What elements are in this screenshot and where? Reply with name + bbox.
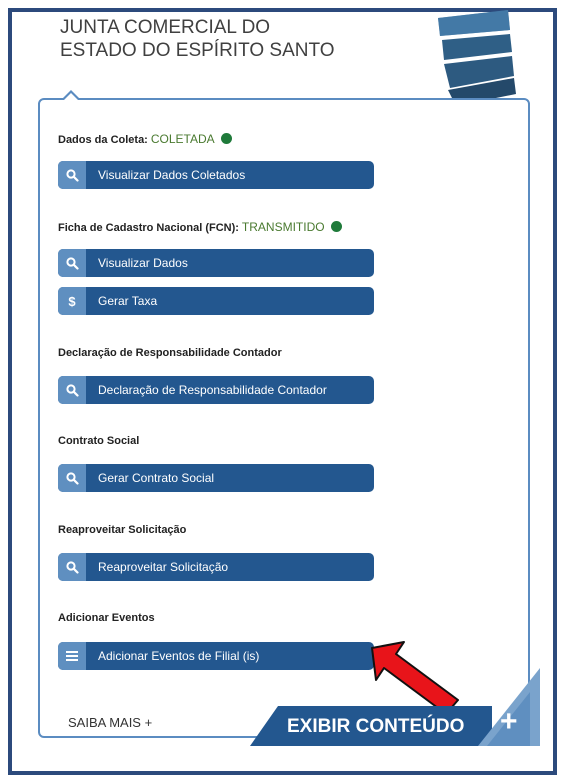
button-label: Visualizar Dados Coletados [98,168,246,182]
eventos-label: Adicionar Eventos [58,612,155,624]
adicionar-eventos-filial-button[interactable]: Adicionar Eventos de Filial (is) [58,642,374,670]
search-icon [58,376,86,404]
exibir-conteudo-button[interactable]: EXIBIR CONTEÚDO [287,716,464,738]
visualizar-dados-coletados-button[interactable]: Visualizar Dados Coletados [58,161,374,189]
search-icon [58,553,86,581]
button-label: Declaração de Responsabilidade Contador [98,383,327,397]
status-dot-icon [330,221,342,232]
plus-icon[interactable]: + [500,705,518,739]
declaracao-label: Declaração de Responsabilidade Contador [58,347,282,359]
jucees-logo-icon [438,10,516,106]
fcn-status: TRANSMITIDO [241,220,325,234]
contrato-label: Contrato Social [58,435,140,447]
button-label: Gerar Contrato Social [98,471,215,485]
button-label: Visualizar Dados [98,256,188,270]
coleta-label: Dados da Coleta: COLETADA [58,132,232,146]
button-label: Reaproveitar Solicitação [98,560,229,574]
search-icon [58,161,86,189]
title-line-2: ESTADO DO ESPÍRITO SANTO [60,40,335,61]
title-line-1: JUNTA COMERCIAL DO [60,17,271,38]
coleta-status: COLETADA [150,132,215,146]
dollar-icon: $ [58,287,86,315]
button-label: Gerar Taxa [98,294,158,308]
fcn-label: Ficha de Cadastro Nacional (FCN): TRANSMI… [58,220,342,234]
search-icon [58,249,86,277]
button-label: Adicionar Eventos de Filial (is) [98,649,260,663]
menu-icon [58,642,86,670]
saiba-mais-link[interactable]: SAIBA MAIS + [68,715,152,730]
declaracao-responsabilidade-button[interactable]: Declaração de Responsabilidade Contador [58,376,374,404]
visualizar-dados-button[interactable]: Visualizar Dados [58,249,374,277]
gerar-contrato-social-button[interactable]: Gerar Contrato Social [58,464,374,492]
search-icon [58,464,86,492]
page-title: JUNTA COMERCIAL DO ESTADO DO ESPÍRITO SA… [60,16,335,62]
reaproveitar-solicitacao-button[interactable]: Reaproveitar Solicitação [58,553,374,581]
red-arrow-icon [371,641,459,715]
status-dot-icon [220,133,232,144]
reaproveitar-label: Reaproveitar Solicitação [58,524,187,536]
gerar-taxa-button[interactable]: $ Gerar Taxa [58,287,374,315]
